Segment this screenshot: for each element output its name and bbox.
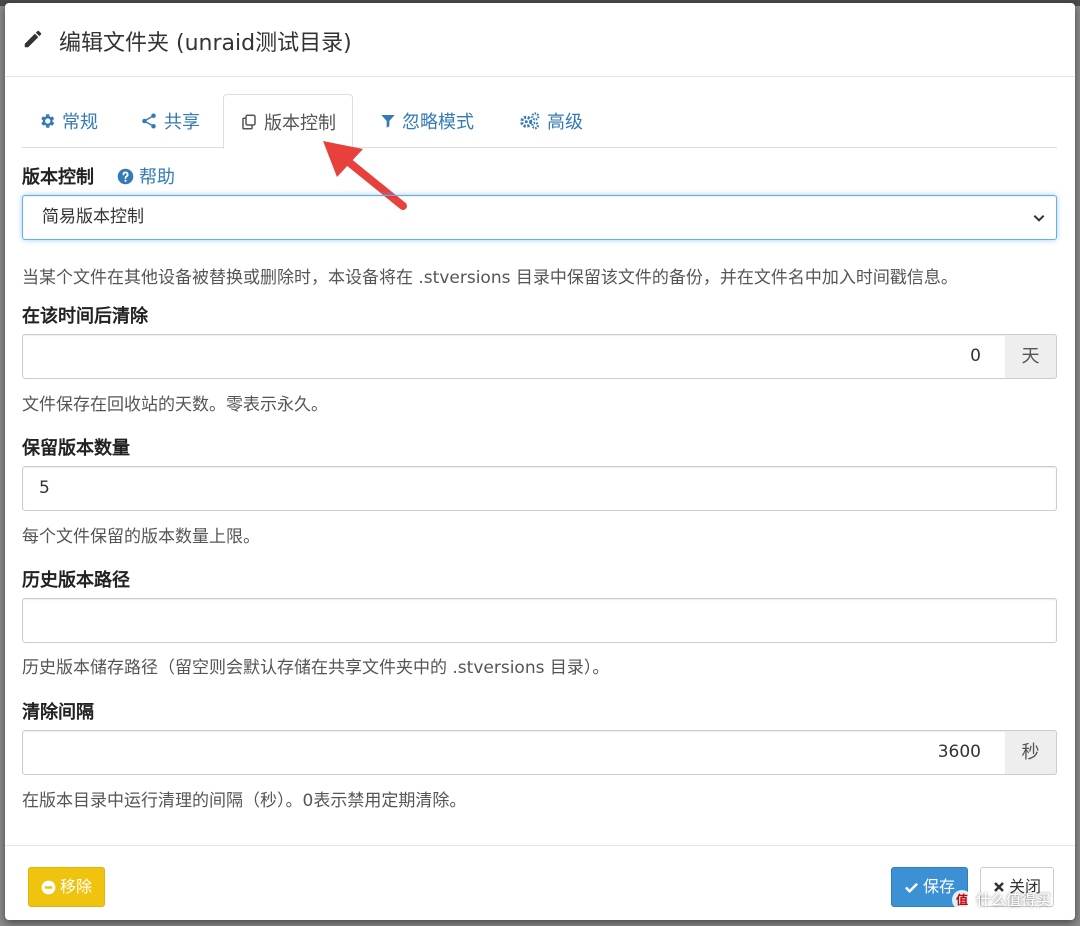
watermark-badge: 值 [952, 889, 972, 910]
help-label: 帮助 [139, 167, 175, 188]
select-value: 简易版本控制 [42, 207, 144, 227]
check-icon [904, 882, 919, 893]
tab-label: 版本控制 [264, 112, 336, 134]
cleanup-interval-input[interactable]: 3600 [22, 730, 1006, 775]
tab-label: 忽略模式 [402, 112, 474, 133]
minus-circle-icon [41, 880, 56, 894]
watermark: 值 什么值得买 [952, 889, 1051, 910]
cogs-icon [520, 112, 540, 130]
question-circle-icon [117, 168, 134, 184]
days-unit-addon: 天 [1005, 334, 1057, 379]
cleanup-interval-label: 清除间隔 [22, 702, 94, 723]
clean-after-label: 在该时间后清除 [22, 306, 148, 327]
tab-sharing[interactable]: 共享 [124, 94, 216, 148]
keep-versions-hint: 每个文件保留的版本数量上限。 [22, 527, 260, 547]
versions-path-hint: 历史版本储存路径（留空则会默认存储在共享文件夹中的 .stversions 目录… [22, 658, 610, 678]
filter-icon [381, 115, 395, 128]
remove-button[interactable]: 移除 [28, 867, 106, 907]
tab-general[interactable]: 常规 [22, 94, 114, 148]
versioning-label: 版本控制 [22, 167, 94, 188]
tab-label: 共享 [164, 112, 200, 133]
versions-path-input[interactable] [22, 598, 1057, 643]
edit-folder-dialog: 编辑文件夹 (unraid测试目录) 常规 共享 版本控制 忽略模式 高级 版本… [5, 3, 1075, 920]
dialog-header: 编辑文件夹 (unraid测试目录) [5, 3, 1075, 77]
dialog-title: 编辑文件夹 (unraid测试目录) [59, 31, 352, 56]
watermark-text: 什么值得买 [976, 891, 1052, 909]
tab-advanced[interactable]: 高级 [503, 94, 599, 148]
seconds-unit-addon: 秒 [1005, 730, 1057, 775]
pencil-icon [24, 30, 42, 48]
copy-icon [242, 114, 256, 129]
dialog-footer: 移除 保存 关闭 [5, 845, 1075, 920]
clean-after-input[interactable]: 0 [22, 334, 1006, 379]
versioning-type-select[interactable]: 简易版本控制 [22, 195, 1057, 240]
clean-after-hint: 文件保存在回收站的天数。零表示永久。 [22, 395, 328, 415]
share-icon [142, 113, 156, 129]
gear-icon [41, 114, 55, 128]
versioning-description: 当某个文件在其他设备被替换或删除时，本设备将在 .stversions 目录中保… [22, 268, 958, 288]
tab-bar: 常规 共享 版本控制 忽略模式 高级 [22, 94, 1057, 149]
versions-path-label: 历史版本路径 [22, 570, 130, 591]
tab-label: 高级 [547, 112, 583, 133]
tab-label: 常规 [62, 112, 98, 133]
help-link[interactable]: 帮助 [117, 163, 175, 189]
cleanup-interval-hint: 在版本目录中运行清理的间隔（秒）。0表示禁用定期清除。 [22, 791, 467, 811]
remove-label: 移除 [60, 877, 93, 896]
keep-versions-label: 保留版本数量 [22, 438, 130, 459]
keep-versions-input[interactable]: 5 [22, 466, 1057, 511]
save-label: 保存 [923, 877, 956, 896]
chevron-down-icon [1033, 214, 1045, 222]
